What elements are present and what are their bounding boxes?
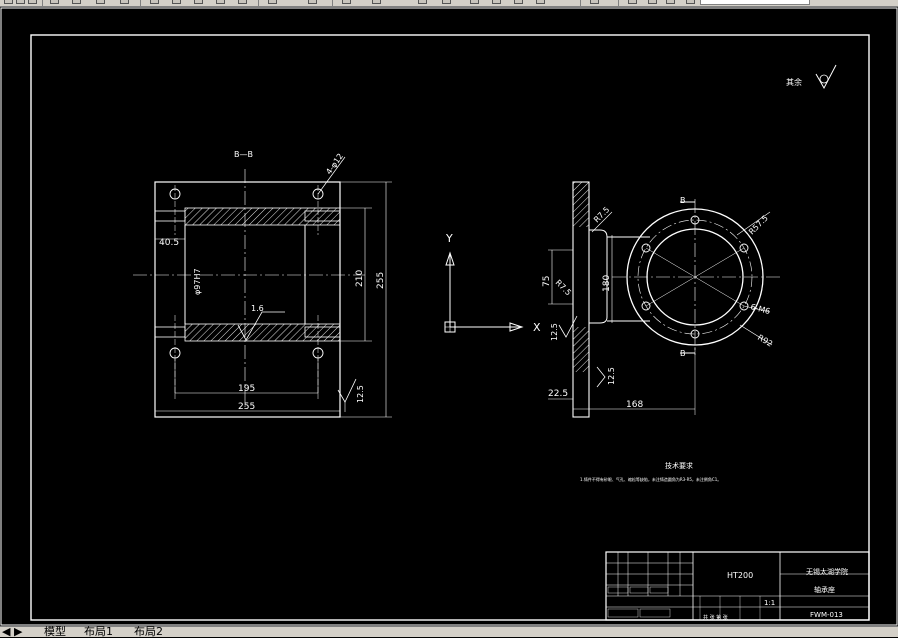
open-icon[interactable] [16, 0, 25, 4]
title-block-scale: 1:1 [764, 599, 775, 607]
drawing-canvas[interactable]: 其余 B—B 4-φ12 40.5 φ97H7 210 255 1.6 195 … [0, 7, 898, 626]
sheet-outer-border [0, 7, 898, 626]
zoom-previous-icon[interactable] [372, 0, 381, 4]
bore-diameter: φ97H7 [193, 268, 202, 295]
toolbar-separator [140, 0, 141, 6]
standard-toolbar [0, 0, 898, 7]
ucs-icon: Y X [444, 232, 541, 334]
roughness-12-5-left: 12.5 [356, 385, 365, 403]
copy-icon[interactable] [150, 0, 159, 4]
tab-model[interactable]: 模型 [44, 626, 66, 638]
dim-180: 180 [602, 275, 612, 292]
match-properties-icon[interactable] [194, 0, 203, 4]
layout-tab-bar: ◀ ▶ 模型 布局1 布局2 [0, 626, 898, 638]
color-icon[interactable] [686, 0, 695, 4]
dim-168: 168 [626, 400, 643, 410]
dim-22-5: 22.5 [548, 389, 568, 399]
title-block-part-name: 轴承座 [814, 585, 835, 594]
section-label: B—B [234, 150, 253, 159]
calculator-icon[interactable] [514, 0, 523, 4]
plot-icon[interactable] [96, 0, 105, 4]
title-block: HT200 无锡太湖学院 轴承座 FWM-013 1:1 共 张 第 张 [605, 551, 870, 621]
title-block-sheet-marks: 共 张 第 张 [703, 614, 728, 621]
toolbar-separator [580, 0, 581, 6]
toolbar-separator [42, 0, 43, 6]
dim-210: 210 [355, 270, 365, 287]
new-icon[interactable] [4, 0, 13, 4]
radius-92: R92 [756, 333, 774, 349]
tab-layout1[interactable]: 布局1 [84, 626, 113, 638]
right-view: B B R7.5 R7.5 R57.5 75 180 12.5 12.5 22.… [542, 181, 780, 418]
dim-255-horizontal: 255 [238, 402, 255, 412]
undo-icon[interactable] [216, 0, 225, 4]
zoom-realtime-icon[interactable] [308, 0, 317, 4]
cut-icon[interactable] [120, 0, 129, 4]
radius-7-5-top: R7.5 [592, 205, 611, 224]
title-block-drawing-number: FWM-013 [810, 611, 843, 619]
dim-75: 75 [542, 276, 552, 287]
section-marker-top: B [680, 196, 686, 205]
tech-req-title: 技术要求 [665, 461, 693, 470]
ucs-x-label: X [533, 321, 541, 334]
hole-callout: 4-φ12 [324, 152, 345, 176]
bottom-wall-hatch [184, 323, 341, 342]
ucs-y-label: Y [445, 232, 453, 245]
title-block-material: HT200 [727, 571, 753, 580]
surface-finish-note: 其余 [786, 64, 837, 90]
tab-layout2[interactable]: 布局2 [134, 626, 163, 638]
pan-icon[interactable] [268, 0, 277, 4]
toolbar-separator [332, 0, 333, 6]
layer-dropdown[interactable] [700, 0, 810, 5]
radius-7-5-mid: R7.5 [554, 278, 573, 297]
layer-icon[interactable] [590, 0, 599, 4]
help-icon[interactable] [536, 0, 545, 4]
markup-icon[interactable] [492, 0, 501, 4]
surface-finish-note-label: 其余 [786, 77, 802, 87]
roughness-12-5-right-b: 12.5 [607, 367, 616, 385]
sun-icon[interactable] [648, 0, 657, 4]
save-icon[interactable] [28, 0, 37, 4]
print-icon[interactable] [50, 0, 59, 4]
zoom-window-icon[interactable] [342, 0, 351, 4]
dim-255-vertical: 255 [376, 272, 386, 289]
bulb-icon[interactable] [628, 0, 637, 4]
dim-195: 195 [238, 384, 255, 394]
technical-requirements: 技术要求 1.铸件不得有砂眼、气孔、缩松等缺陷，未注铸造圆角为R3-R5，未注倒… [580, 461, 721, 482]
left-section-view: B—B 4-φ12 40.5 φ97H7 210 255 1.6 195 255… [133, 150, 392, 418]
lock-icon[interactable] [666, 0, 675, 4]
top-wall-hatch [184, 207, 341, 226]
section-marker-bottom: B [680, 349, 686, 358]
properties-icon[interactable] [418, 0, 427, 4]
radius-57-5: R57.5 [747, 214, 770, 237]
design-center-icon[interactable] [442, 0, 451, 4]
preview-icon[interactable] [72, 0, 81, 4]
roughness-12-5-right-a: 12.5 [550, 323, 559, 341]
tech-req-line-1: 1.铸件不得有砂眼、气孔、缩松等缺陷，未注铸造圆角为R3-R5，未注倒角C1。 [580, 476, 721, 482]
toolbar-separator [258, 0, 259, 6]
roughness-1-6: 1.6 [251, 304, 264, 313]
paste-icon[interactable] [172, 0, 181, 4]
tool-palettes-icon[interactable] [470, 0, 479, 4]
dim-40-5: 40.5 [159, 238, 179, 248]
title-block-school: 无锡太湖学院 [806, 567, 848, 576]
redo-icon[interactable] [238, 0, 247, 4]
tab-nav-arrows[interactable]: ◀ ▶ [2, 626, 22, 638]
toolbar-separator [618, 0, 619, 6]
